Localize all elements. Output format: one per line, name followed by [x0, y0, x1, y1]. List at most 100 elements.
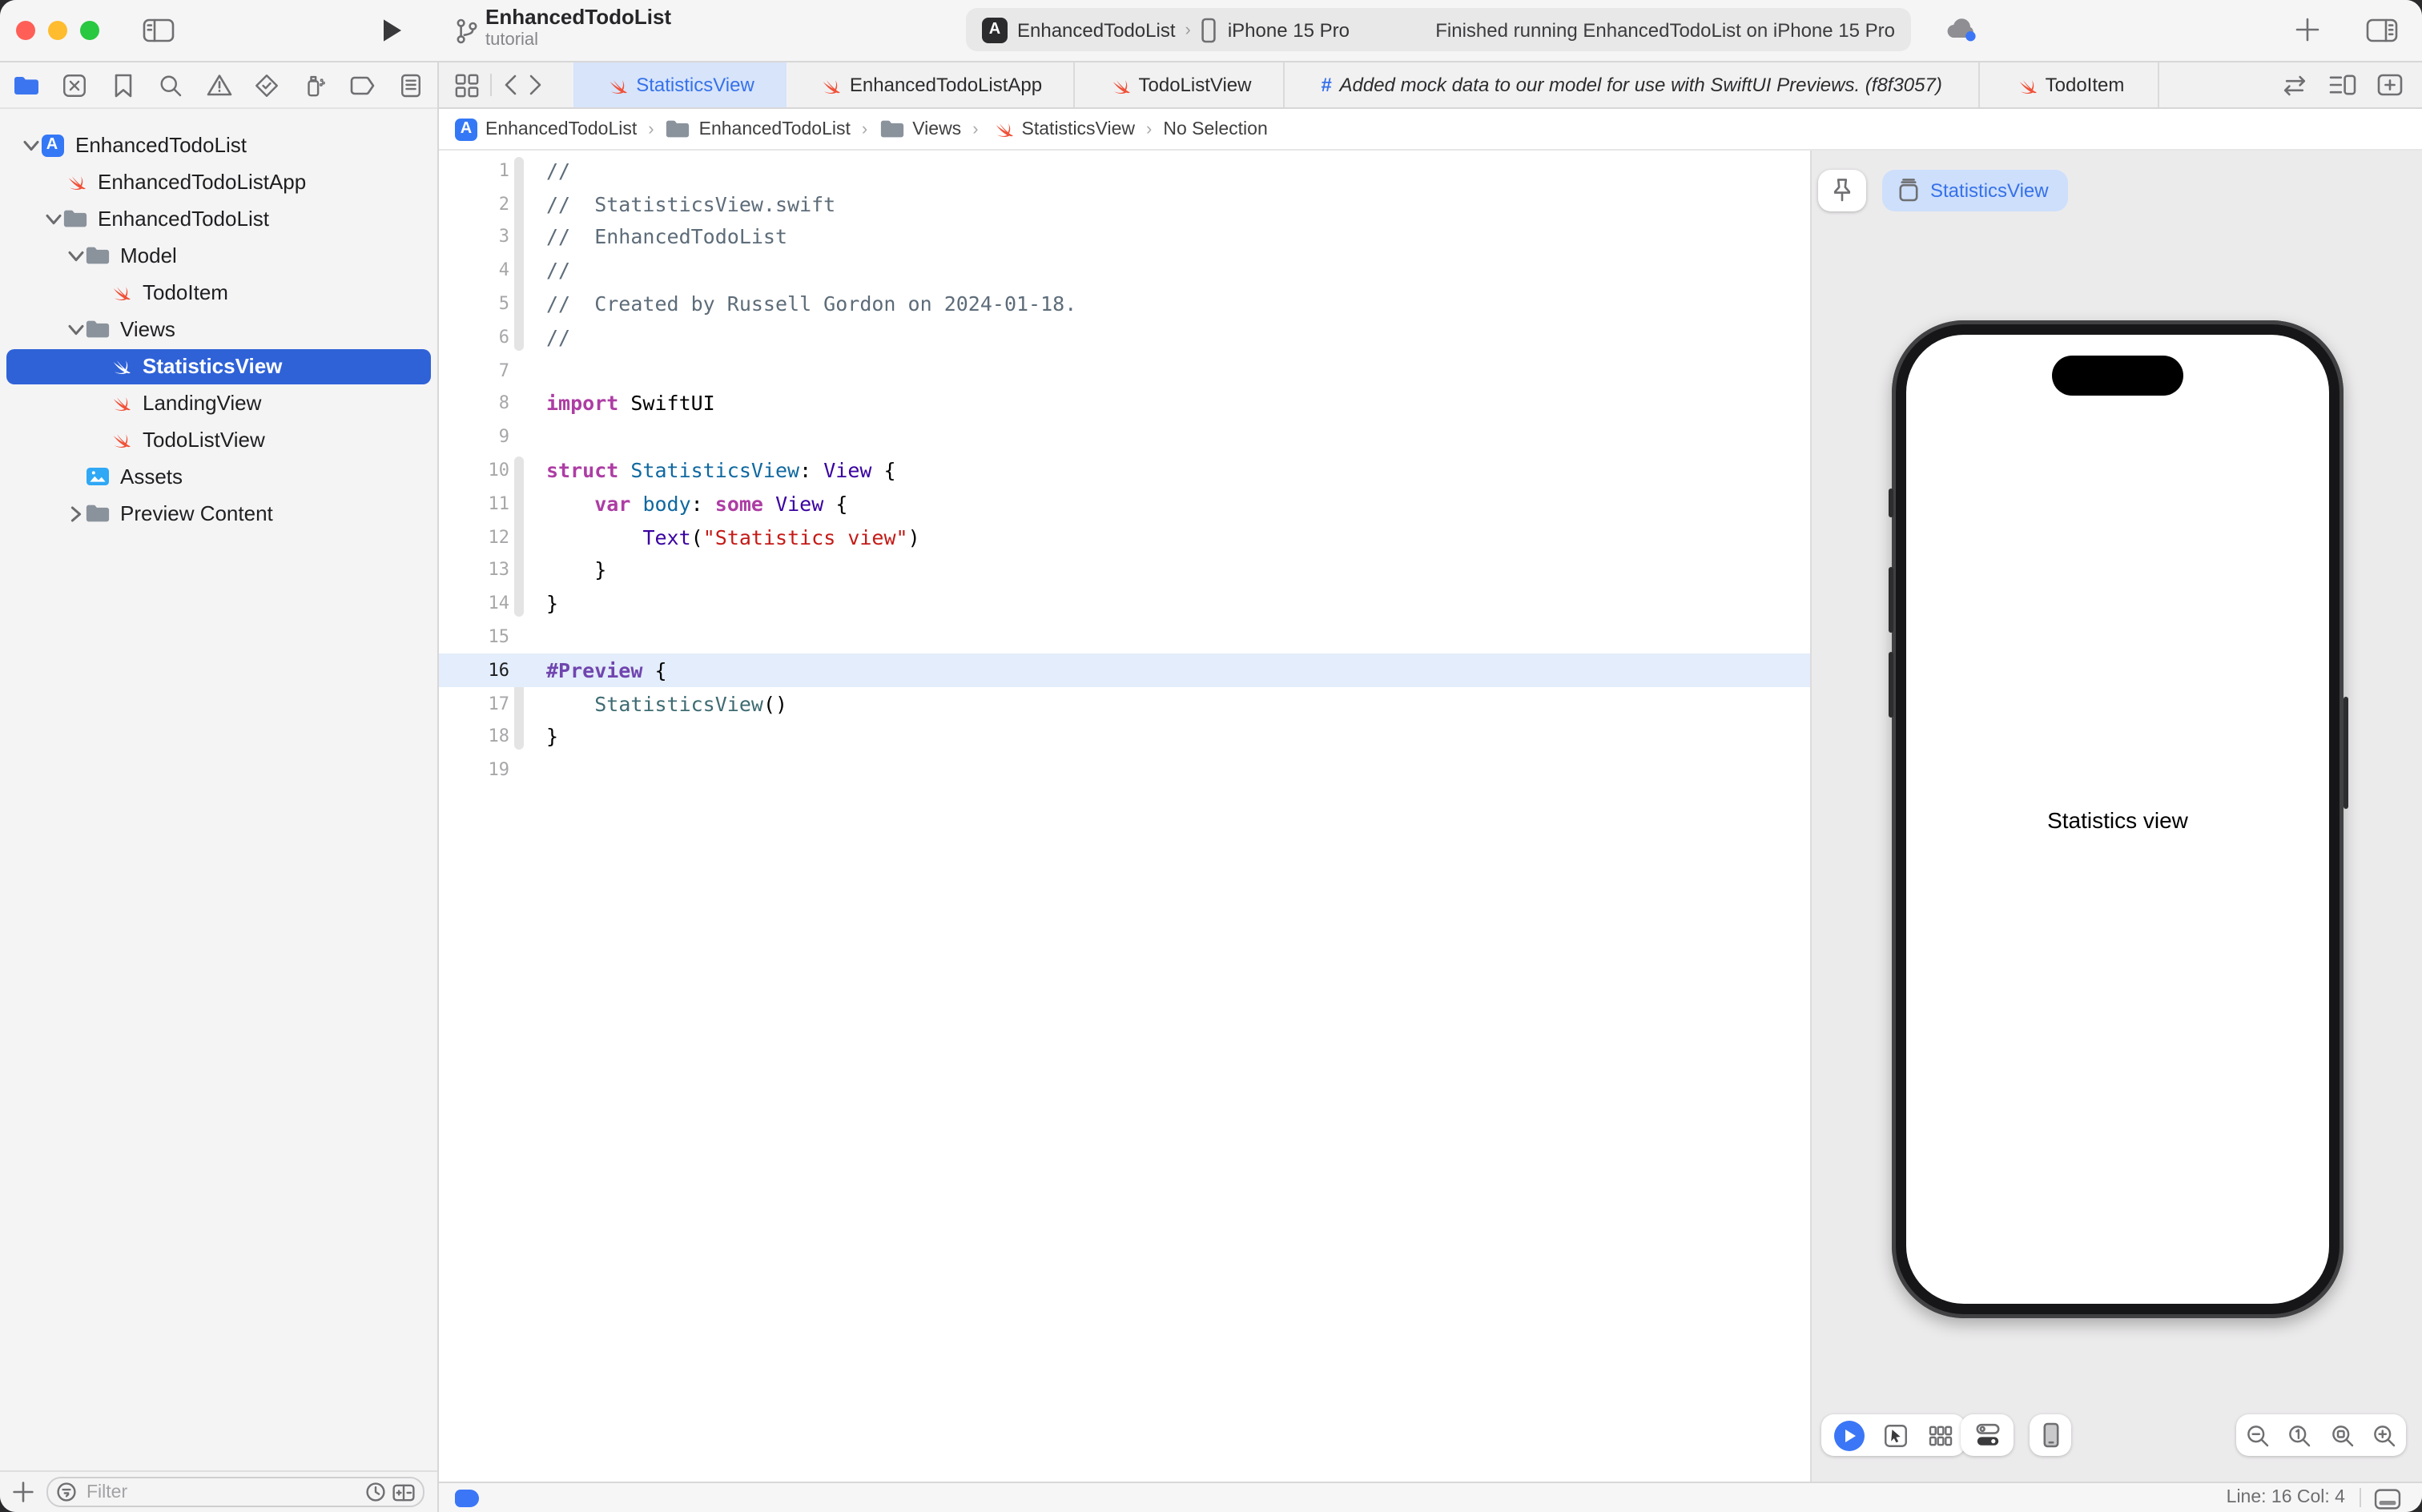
- code-line-11[interactable]: 11 var body: some View {: [439, 487, 1810, 521]
- selectable-mode-icon[interactable]: [1885, 1423, 1909, 1447]
- sidebar-item-views[interactable]: Views: [0, 311, 437, 348]
- line-number[interactable]: 11: [439, 493, 509, 514]
- line-number[interactable]: 12: [439, 526, 509, 547]
- line-number[interactable]: 16: [439, 660, 509, 681]
- filter-input[interactable]: [83, 1481, 365, 1503]
- add-item-icon[interactable]: [2295, 18, 2319, 42]
- breadcrumb-segment[interactable]: EnhancedTodoList: [666, 119, 851, 139]
- sidebar-item-landingview[interactable]: LandingView: [0, 384, 437, 421]
- navigator-issues-icon[interactable]: [205, 71, 232, 99]
- tab-statisticsview[interactable]: StatisticsView: [573, 62, 787, 107]
- iphone-preview[interactable]: Statistics view: [1892, 320, 2344, 1318]
- sidebar-item-enhancedtodolist[interactable]: EnhancedTodoList: [0, 200, 437, 237]
- code-line-15[interactable]: 15: [439, 620, 1810, 653]
- line-number[interactable]: 2: [439, 193, 509, 214]
- run-button[interactable]: [381, 18, 402, 43]
- tab-todolistview[interactable]: TodoListView: [1075, 62, 1285, 107]
- line-number[interactable]: 13: [439, 560, 509, 581]
- code-line-19[interactable]: 19: [439, 754, 1810, 787]
- breadcrumb-segment[interactable]: No Selection: [1163, 119, 1267, 139]
- zoom-window-button[interactable]: [80, 21, 99, 40]
- recent-files-icon[interactable]: [365, 1482, 386, 1502]
- breadcrumb-segment[interactable]: StatisticsView: [990, 117, 1135, 141]
- line-number[interactable]: 4: [439, 260, 509, 281]
- line-number[interactable]: 7: [439, 360, 509, 380]
- code-line-10[interactable]: 10struct StatisticsView: View {: [439, 453, 1810, 487]
- line-number[interactable]: 15: [439, 626, 509, 647]
- live-preview-button[interactable]: [1834, 1420, 1865, 1450]
- code-line-1[interactable]: 1//: [439, 154, 1810, 187]
- line-number[interactable]: 19: [439, 759, 509, 780]
- preview-device-button[interactable]: [2030, 1414, 2071, 1456]
- disclosure-chevron-icon[interactable]: [67, 324, 83, 335]
- adjust-editor-options-icon[interactable]: [2329, 74, 2356, 96]
- line-number[interactable]: 3: [439, 227, 509, 247]
- phone-screen[interactable]: Statistics view: [1906, 335, 2329, 1304]
- toggle-inspector-icon[interactable]: [2366, 18, 2398, 43]
- related-items-icon[interactable]: [455, 73, 479, 97]
- code-line-8[interactable]: 8import SwiftUI: [439, 387, 1810, 420]
- navigator-tests-icon[interactable]: [253, 71, 280, 99]
- sidebar-item-todolistview[interactable]: TodoListView: [0, 421, 437, 458]
- scm-status-filter-icon[interactable]: [392, 1482, 415, 1502]
- navigator-breakpoints-icon[interactable]: [349, 71, 376, 99]
- code-line-12[interactable]: 12 Text("Statistics view"): [439, 521, 1810, 554]
- disclosure-chevron-icon[interactable]: [67, 250, 83, 261]
- device-settings-button[interactable]: [1961, 1414, 2014, 1456]
- zoom-in-icon[interactable]: [2373, 1423, 2397, 1447]
- zoom-fit-icon[interactable]: [2331, 1423, 2355, 1447]
- line-number[interactable]: 8: [439, 393, 509, 414]
- line-number[interactable]: 14: [439, 593, 509, 614]
- navigator-project-icon[interactable]: [13, 71, 40, 99]
- activity-status-bar[interactable]: A EnhancedTodoList › iPhone 15 Pro Finis…: [966, 8, 1911, 51]
- add-editor-icon[interactable]: [2377, 74, 2403, 96]
- source-editor[interactable]: 1//2// StatisticsView.swift3// EnhancedT…: [439, 151, 1810, 1482]
- sidebar-item-enhancedtodolistapp[interactable]: EnhancedTodoListApp: [0, 163, 437, 200]
- code-line-14[interactable]: 14}: [439, 587, 1810, 621]
- line-number[interactable]: 18: [439, 726, 509, 747]
- zoom-out-icon[interactable]: [2246, 1423, 2270, 1447]
- tab-added[interactable]: #Added mock data to our model for use wi…: [1285, 62, 1980, 107]
- disclosure-chevron-icon[interactable]: [45, 213, 61, 224]
- line-number[interactable]: 5: [439, 293, 509, 314]
- sidebar-item-enhancedtodolist[interactable]: A EnhancedTodoList: [0, 127, 437, 163]
- code-line-2[interactable]: 2// StatisticsView.swift: [439, 187, 1810, 221]
- add-file-icon[interactable]: [13, 1482, 34, 1502]
- sidebar-item-model[interactable]: Model: [0, 237, 437, 274]
- code-line-9[interactable]: 9: [439, 420, 1810, 454]
- toggle-navigator-icon[interactable]: [143, 18, 175, 43]
- code-line-7[interactable]: 7: [439, 354, 1810, 388]
- go-back-icon[interactable]: [503, 74, 517, 96]
- code-line-4[interactable]: 4//: [439, 254, 1810, 288]
- navigator-reports-icon[interactable]: [397, 71, 424, 99]
- tab-todoitem[interactable]: TodoItem: [1980, 62, 2159, 107]
- close-button[interactable]: [16, 21, 35, 40]
- code-line-18[interactable]: 18}: [439, 720, 1810, 754]
- pin-preview-button[interactable]: [1818, 170, 1866, 211]
- run-destination[interactable]: iPhone 15 Pro: [1228, 18, 1350, 41]
- code-line-17[interactable]: 17 StatisticsView(): [439, 687, 1810, 721]
- disclosure-chevron-icon[interactable]: [22, 139, 38, 151]
- tab-enhancedtodolistapp[interactable]: EnhancedTodoListApp: [787, 62, 1075, 107]
- breadcrumb-segment[interactable]: Views: [879, 119, 961, 139]
- code-line-16[interactable]: 16#Preview {: [439, 653, 1810, 687]
- editor-bottom-bar-toggle-icon[interactable]: [2374, 1487, 2401, 1510]
- sidebar-item-preview-content[interactable]: Preview Content: [0, 495, 437, 532]
- code-line-6[interactable]: 6//: [439, 320, 1810, 354]
- code-line-3[interactable]: 3// EnhancedTodoList: [439, 220, 1810, 254]
- code-line-13[interactable]: 13 }: [439, 553, 1810, 587]
- sidebar-item-todoitem[interactable]: TodoItem: [0, 274, 437, 311]
- preview-target-chip[interactable]: StatisticsView: [1882, 170, 2068, 211]
- navigator-find-icon[interactable]: [157, 71, 184, 99]
- navigator-debug-icon[interactable]: [301, 71, 328, 99]
- line-number[interactable]: 6: [439, 327, 509, 348]
- filter-field[interactable]: [46, 1477, 424, 1507]
- code-review-icon[interactable]: [2281, 74, 2308, 95]
- jump-bar[interactable]: AEnhancedTodoList›EnhancedTodoList›Views…: [439, 109, 2422, 151]
- minimize-button[interactable]: [48, 21, 67, 40]
- line-number[interactable]: 10: [439, 460, 509, 481]
- breadcrumb-segment[interactable]: AEnhancedTodoList: [455, 118, 637, 140]
- sidebar-item-assets[interactable]: Assets: [0, 458, 437, 495]
- disclosure-chevron-icon[interactable]: [70, 505, 81, 521]
- line-number[interactable]: 9: [439, 427, 509, 448]
